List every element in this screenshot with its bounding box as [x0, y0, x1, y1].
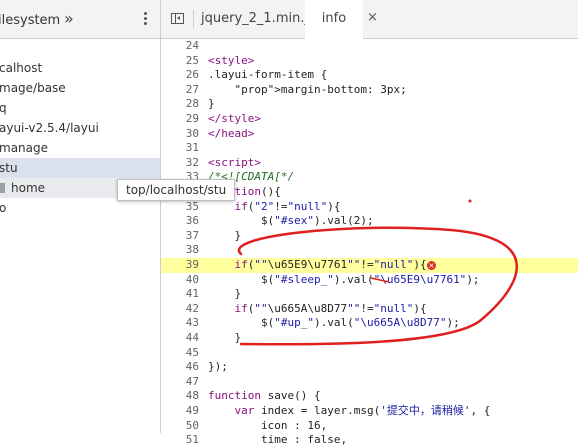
code-text: "prop">margin-bottom: 3px; — [234, 82, 407, 96]
line-number[interactable]: 43 — [161, 316, 199, 331]
error-circle-icon[interactable]: × — [427, 261, 436, 270]
code-line[interactable]: 37 } — [161, 229, 578, 244]
code-text: .layui-form-item { — [208, 68, 328, 82]
code-line[interactable]: 32 <script> — [161, 156, 578, 171]
code-line[interactable]: 48 function save() { — [161, 389, 578, 404]
code-line[interactable]: 30 </head> — [161, 127, 578, 142]
tree-item-stu[interactable]: stu — [0, 158, 160, 178]
line-number[interactable]: 46 — [161, 360, 199, 375]
code-line[interactable]: 51 time : false, — [161, 433, 578, 448]
line-number[interactable]: 24 — [161, 39, 199, 54]
code-line[interactable]: 27 "prop">margin-bottom: 3px; — [161, 83, 578, 98]
code-text: } — [208, 228, 242, 242]
code-text: </head> — [208, 126, 255, 140]
line-number[interactable]: 44 — [161, 331, 199, 346]
line-number[interactable]: 40 — [161, 273, 199, 288]
code-text: $("#up_").val("\u665A\u8D77"); — [208, 316, 460, 330]
line-number[interactable]: 47 — [161, 375, 199, 390]
tree-item-layui[interactable]: ayui-v2.5.4/layui — [0, 118, 160, 138]
toggle-sidebar-icon[interactable] — [171, 13, 184, 24]
code-text: $("#sex").val(2); — [208, 214, 374, 228]
code-text: } — [208, 97, 215, 111]
kebab-menu-icon[interactable] — [140, 10, 150, 28]
line-number[interactable]: 50 — [161, 419, 199, 434]
code-line[interactable]: 40 $("#sleep_").val("\u65E9\u7761"); — [161, 273, 578, 288]
source-editor: jquery_2_1.min.js info × 24 25 <style> 26 .l… — [161, 0, 578, 446]
tab-info[interactable]: info — [305, 0, 363, 39]
code-text: }); — [208, 360, 228, 374]
tree-item-localhost[interactable]: calhost — [0, 58, 160, 78]
tree-item-jq[interactable]: q — [0, 98, 160, 118]
line-number[interactable]: 48 — [161, 389, 199, 404]
code-line[interactable]: 25 <style> — [161, 54, 578, 69]
line-number[interactable]: 39 — [161, 258, 199, 273]
code-text: icon : 16, — [208, 418, 328, 432]
tree-item-image-base[interactable]: mage/base — [0, 78, 160, 98]
path-tooltip: top/localhost/stu — [117, 179, 236, 201]
code-line[interactable]: 42 if(""\u665A\u8D77""!="null"){ — [161, 302, 578, 317]
code-line[interactable]: 24 — [161, 39, 578, 54]
line-number[interactable]: 32 — [161, 156, 199, 171]
code-line[interactable]: 31 — [161, 141, 578, 156]
code-line[interactable]: 44 } — [161, 331, 578, 346]
line-number[interactable]: 31 — [161, 141, 199, 156]
code-text: } — [208, 331, 242, 344]
line-number[interactable]: 28 — [161, 97, 199, 112]
code-text: <script> — [208, 155, 261, 169]
code-line[interactable]: 35 if("2"!="null"){ — [161, 200, 578, 215]
code-line[interactable]: 50 icon : 16, — [161, 419, 578, 434]
code-text: } — [208, 287, 242, 301]
line-number[interactable]: 29 — [161, 112, 199, 127]
code-line[interactable]: 26 .layui-form-item { — [161, 68, 578, 83]
code-line[interactable]: 29 </style> — [161, 112, 578, 127]
navigator-header: ilesystem » — [0, 0, 160, 39]
code-line[interactable]: 39 if(""\u65E9\u7761""!="null"){× — [161, 258, 578, 273]
code-line[interactable]: 43 $("#up_").val("\u665A\u8D77"); — [161, 316, 578, 331]
chevron-double-right-icon[interactable]: » — [64, 9, 74, 28]
code-text: $("#sleep_").val("\u65E9\u7761"); — [208, 272, 480, 286]
code-text: function save() { — [208, 389, 321, 403]
line-number[interactable]: 51 — [161, 433, 199, 448]
tab-separator — [193, 10, 194, 28]
line-number[interactable]: 49 — [161, 404, 199, 419]
line-number[interactable]: 30 — [161, 127, 199, 142]
line-number[interactable]: 42 — [161, 302, 199, 317]
line-number[interactable]: 27 — [161, 83, 199, 98]
code-line[interactable]: 47 — [161, 375, 578, 390]
line-number[interactable]: 45 — [161, 346, 199, 361]
line-number[interactable]: 25 — [161, 54, 199, 69]
code-line[interactable]: 28} — [161, 97, 578, 112]
tree-item-manage[interactable]: manage — [0, 138, 160, 158]
code-text: time : false, — [208, 433, 348, 447]
code-line[interactable]: 38 — [161, 243, 578, 258]
code-line[interactable]: 41 } — [161, 287, 578, 302]
code-line[interactable]: 49 var index = layer.msg('提交中，请稍候', { — [161, 404, 578, 419]
line-number[interactable]: 35 — [161, 200, 199, 215]
code-text: var index = layer.msg('提交中，请稍候', { — [234, 404, 491, 417]
code-line[interactable]: 46}); — [161, 360, 578, 375]
file-navigator: ilesystem » calhost mage/base q ayui-v2.… — [0, 0, 161, 433]
code-text: if(""\u65E9\u7761""!="null"){ — [234, 258, 427, 271]
line-number[interactable]: 38 — [161, 243, 199, 258]
code-text: if(""\u665A\u8D77""!="null"){ — [234, 301, 427, 315]
close-icon[interactable]: × — [367, 10, 378, 25]
line-number[interactable]: 36 — [161, 214, 199, 229]
code-line[interactable]: 45 — [161, 346, 578, 361]
line-number[interactable]: 41 — [161, 287, 199, 302]
code-text: <style> — [208, 53, 255, 67]
line-number[interactable]: 37 — [161, 229, 199, 244]
line-number[interactable]: 26 — [161, 68, 199, 83]
tree-item-o[interactable]: o — [0, 198, 160, 218]
file-icon — [0, 183, 5, 193]
filesystem-tab[interactable]: ilesystem — [0, 13, 60, 28]
code-text: </style> — [208, 112, 261, 125]
code-text: if("2"!="null"){ — [234, 199, 341, 213]
editor-tab-bar: jquery_2_1.min.js info × — [161, 0, 578, 39]
tab-jquery[interactable]: jquery_2_1.min.js — [201, 0, 315, 38]
code-line[interactable]: 36 $("#sex").val(2); — [161, 214, 578, 229]
